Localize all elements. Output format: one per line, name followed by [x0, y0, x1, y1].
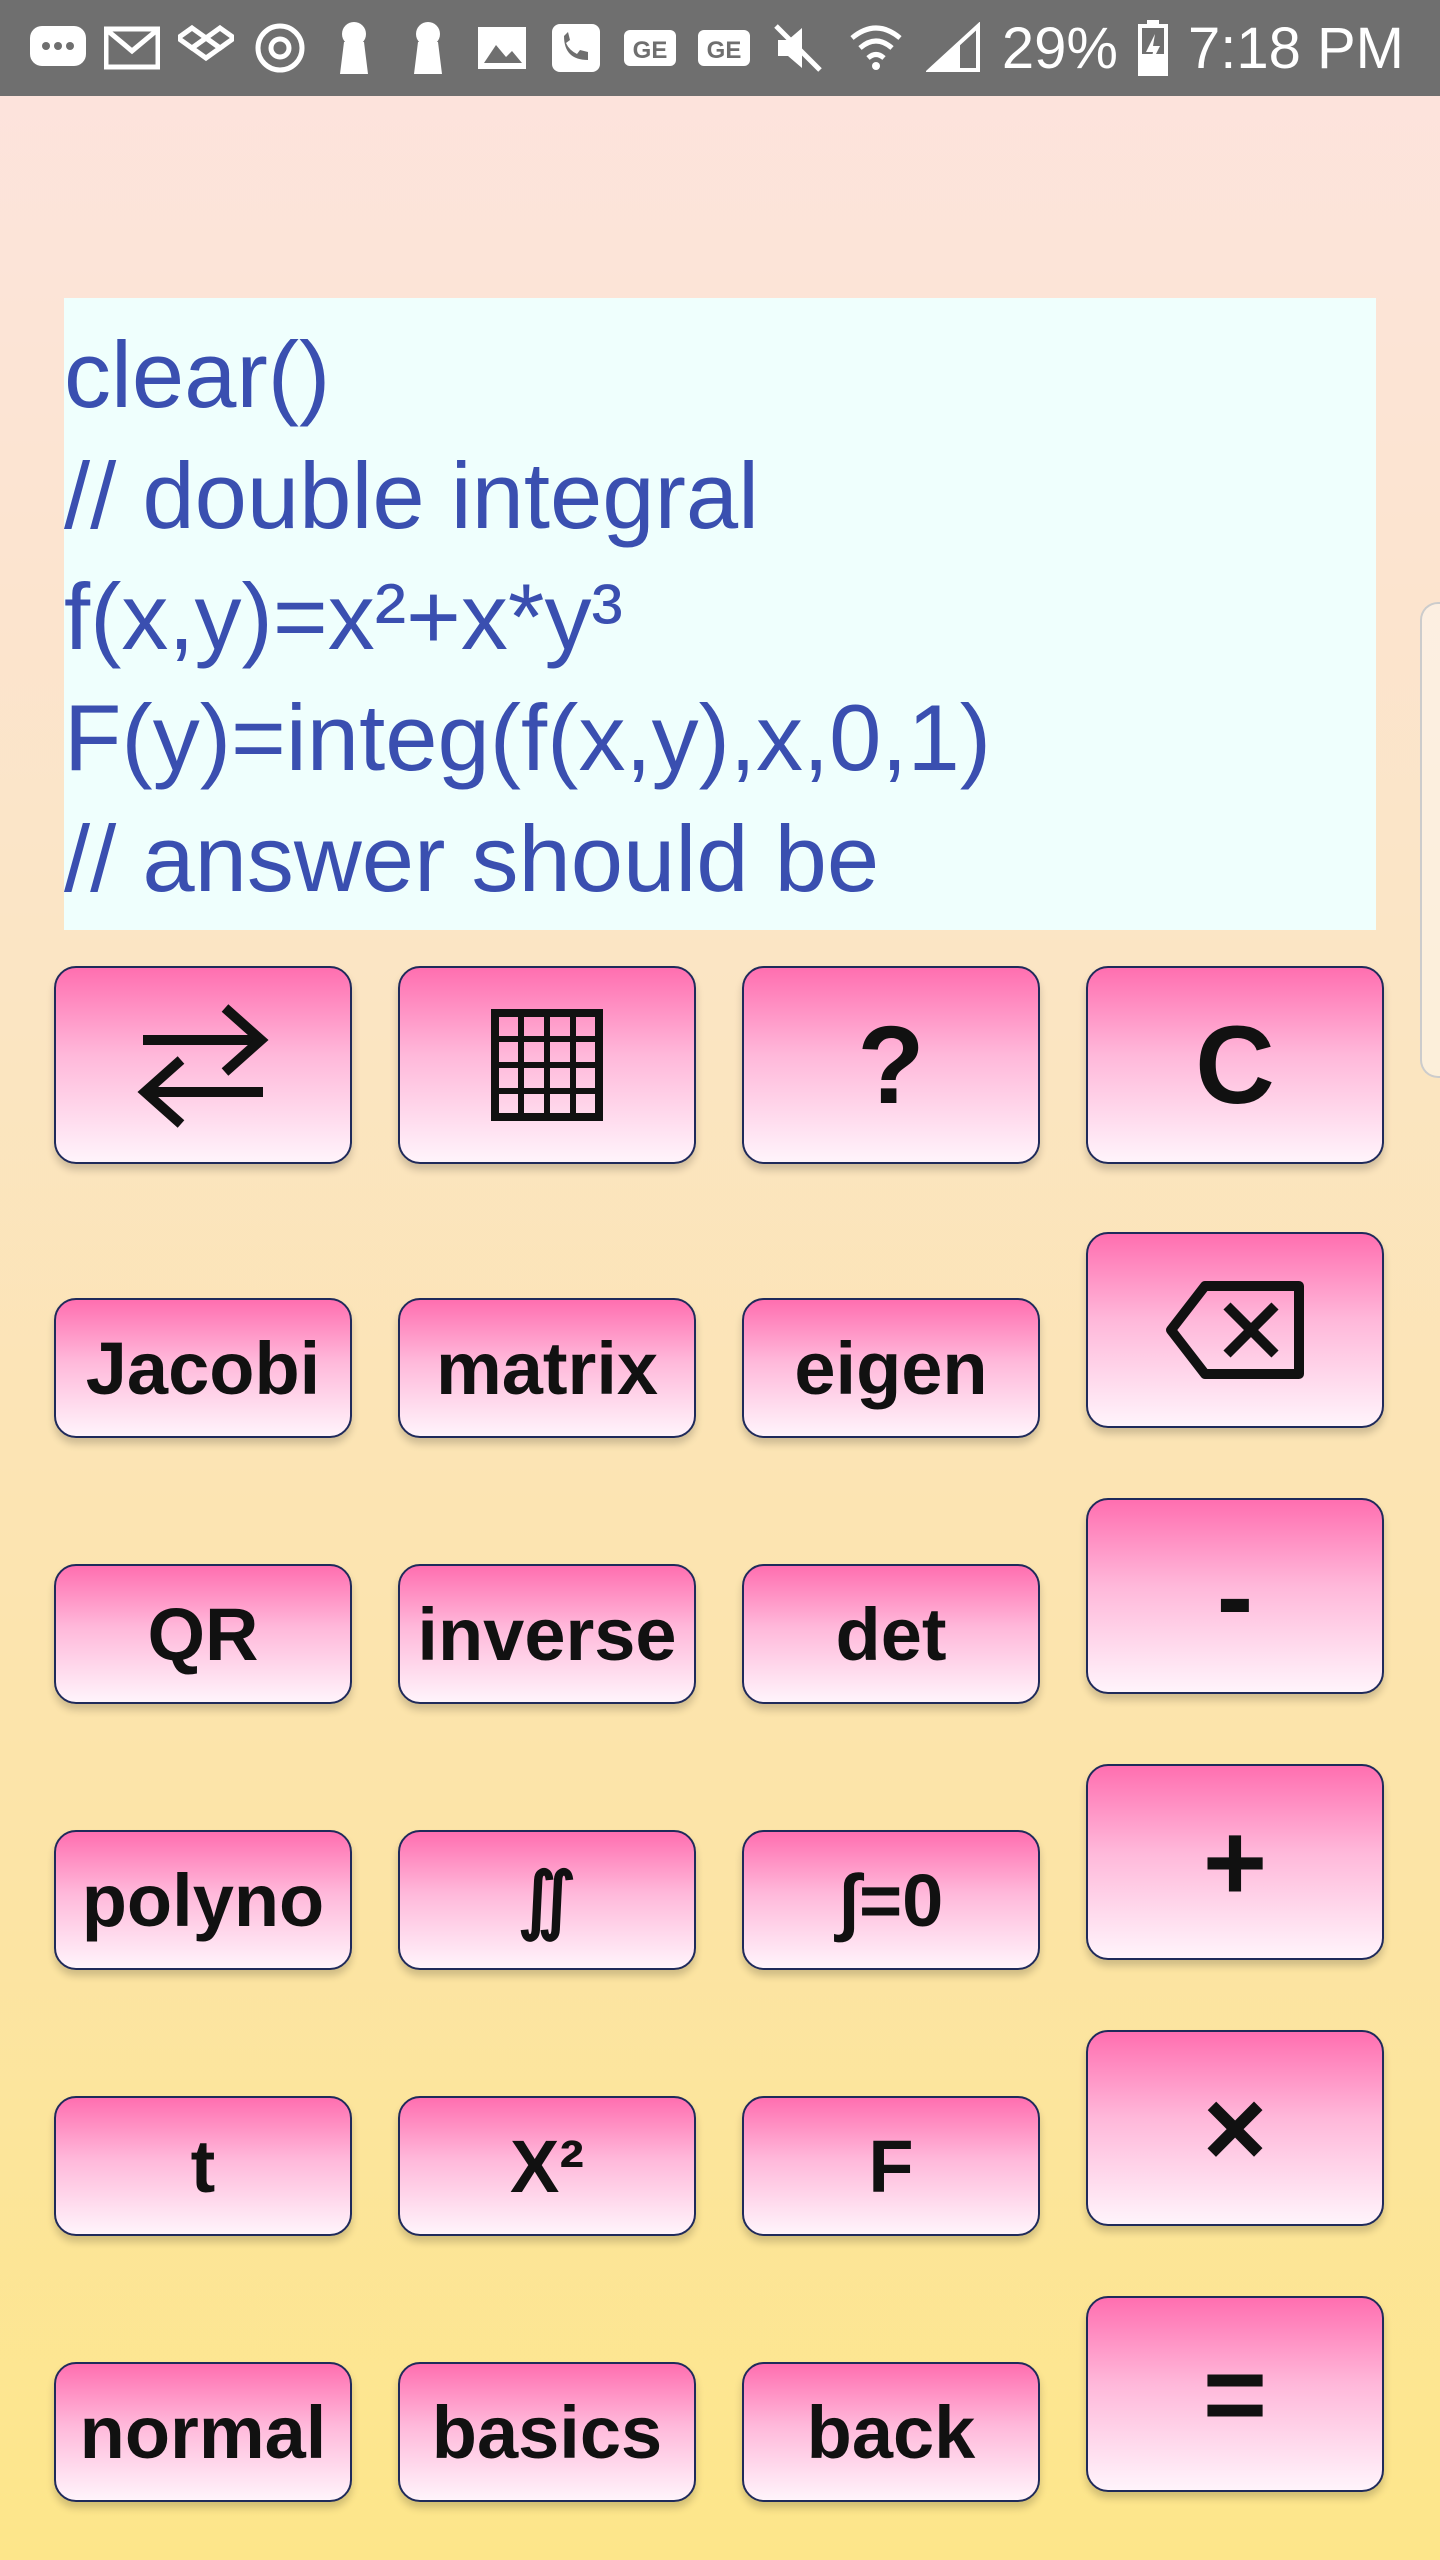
clear-button[interactable]: C — [1086, 966, 1384, 1164]
status-bar: GE GE 29% 7:18 PM — [0, 0, 1440, 96]
side-panel-handle[interactable] — [1420, 602, 1440, 1078]
det-button[interactable]: det — [742, 1564, 1040, 1704]
chrome-icon — [250, 18, 310, 78]
editor-line: // double integral — [64, 443, 760, 548]
swap-arrows-icon — [133, 1000, 273, 1130]
gallery-icon — [472, 18, 532, 78]
dropbox-icon — [176, 18, 236, 78]
integral-zero-button[interactable]: ∫=0 — [742, 1830, 1040, 1970]
notification-icons: GE GE — [28, 18, 754, 78]
keyhole-icon — [324, 18, 384, 78]
mute-icon — [768, 18, 828, 78]
equals-button[interactable]: = — [1086, 2296, 1384, 2492]
swap-button[interactable] — [54, 966, 352, 1164]
ge-icon: GE — [694, 18, 754, 78]
inverse-button[interactable]: inverse — [398, 1564, 696, 1704]
plus-button[interactable]: + — [1086, 1764, 1384, 1960]
t-button[interactable]: t — [54, 2096, 352, 2236]
f-button[interactable]: F — [742, 2096, 1040, 2236]
normal-button[interactable]: normal — [54, 2362, 352, 2502]
double-integral-button[interactable]: ∬ — [398, 1830, 696, 1970]
grid-icon — [491, 1009, 603, 1121]
clock: 7:18 PM — [1188, 15, 1404, 81]
ge-icon: GE — [620, 18, 680, 78]
wifi-icon — [846, 18, 906, 78]
battery-icon — [1136, 18, 1170, 78]
svg-text:GE: GE — [633, 37, 668, 64]
battery-percent: 29% — [1001, 15, 1118, 81]
qr-button[interactable]: QR — [54, 1564, 352, 1704]
backspace-icon — [1165, 1280, 1305, 1380]
gmail-icon — [102, 18, 162, 78]
editor-line: // answer should be — [64, 806, 880, 911]
system-status: 29% 7:18 PM — [768, 10, 1404, 86]
backspace-button[interactable] — [1086, 1232, 1384, 1428]
times-button[interactable]: × — [1086, 2030, 1384, 2226]
editor-line: clear() — [64, 322, 331, 427]
editor-line: f(x,y)=x²+x*y³ — [64, 564, 623, 669]
signal-icon — [924, 18, 984, 78]
matrix-button[interactable]: matrix — [398, 1298, 696, 1438]
jacobi-button[interactable]: Jacobi — [54, 1298, 352, 1438]
x-squared-button[interactable]: X² — [398, 2096, 696, 2236]
keyhole-icon — [398, 18, 458, 78]
messages-icon — [28, 18, 88, 78]
call-icon — [546, 18, 606, 78]
help-button[interactable]: ? — [742, 966, 1040, 1164]
eigen-button[interactable]: eigen — [742, 1298, 1040, 1438]
svg-text:GE: GE — [707, 37, 742, 64]
polyno-button[interactable]: polyno — [54, 1830, 352, 1970]
basics-button[interactable]: basics — [398, 2362, 696, 2502]
minus-button[interactable]: - — [1086, 1498, 1384, 1694]
back-button[interactable]: back — [742, 2362, 1040, 2502]
expression-editor[interactable]: clear() // double integral f(x,y)=x²+x*y… — [64, 298, 1376, 930]
grid-button[interactable] — [398, 966, 696, 1164]
editor-line: F(y)=integ(f(x,y),x,0,1) — [64, 685, 992, 790]
